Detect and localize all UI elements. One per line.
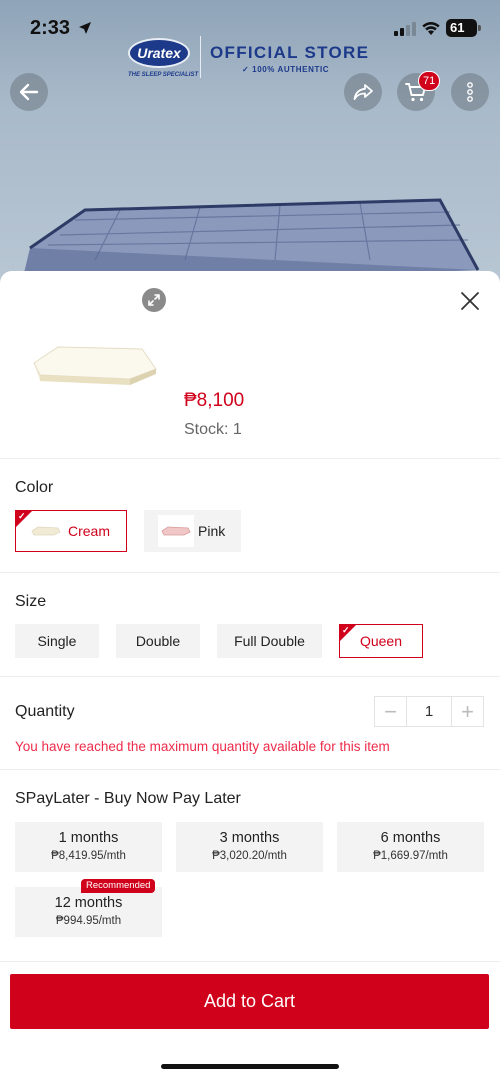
quantity-input[interactable]: 1: [406, 697, 452, 726]
plan-amount: ₱994.95/mth: [55, 915, 122, 927]
color-option-cream[interactable]: ✓ Cream: [15, 510, 127, 552]
cream-swatch: [28, 515, 64, 547]
brand-logo: Uratex: [128, 38, 190, 68]
color-option-pink[interactable]: Pink: [144, 510, 241, 552]
share-icon: [353, 84, 373, 100]
plan-amount: ₱8,419.95/mth: [51, 850, 126, 862]
size-option-double[interactable]: Double: [116, 624, 200, 658]
quantity-decrease-button[interactable]: −: [375, 697, 406, 726]
divider: [0, 961, 500, 962]
divider: [0, 572, 500, 573]
size-option-label: Single: [37, 633, 77, 649]
authentic-text: 100% AUTHENTIC: [252, 65, 330, 74]
spaylater-section-title: SPayLater - Buy Now Pay Later: [15, 790, 241, 807]
authentic-label: ✓ 100% AUTHENTIC: [242, 65, 329, 74]
installment-plan-3-months[interactable]: 3 months ₱3,020.20/mth: [176, 822, 323, 872]
size-option-label: Full Double: [234, 633, 305, 649]
quantity-section-title: Quantity: [15, 703, 75, 720]
color-section-title: Color: [15, 479, 54, 496]
expand-image-button[interactable]: [142, 288, 166, 312]
cart-count-badge: 71: [418, 71, 441, 91]
size-option-label: Queen: [359, 633, 403, 649]
plan-months: 1 months: [58, 830, 119, 846]
color-option-label: Cream: [68, 523, 111, 539]
quantity-max-warning: You have reached the maximum quantity av…: [15, 739, 390, 754]
close-icon[interactable]: [458, 289, 482, 313]
battery-indicator: 61: [446, 19, 481, 37]
plan-months: 12 months: [54, 895, 123, 911]
divider: [0, 676, 500, 677]
quantity-stepper: − 1 +: [374, 696, 484, 727]
size-option-queen[interactable]: ✓ Queen: [339, 624, 423, 658]
plan-months: 3 months: [219, 830, 280, 846]
expand-icon: [148, 294, 160, 306]
installment-plan-1-months[interactable]: 1 months ₱8,419.95/mth: [15, 822, 162, 872]
share-button[interactable]: [344, 73, 382, 111]
quantity-increase-button[interactable]: +: [452, 697, 483, 726]
size-option-single[interactable]: Single: [15, 624, 99, 658]
plan-amount: ₱1,669.97/mth: [373, 850, 448, 862]
status-time: 2:33: [30, 17, 71, 39]
arrow-left-icon: [19, 83, 39, 101]
more-vertical-icon: [467, 82, 473, 102]
check-icon: ✓: [18, 511, 26, 521]
location-arrow-icon: [79, 22, 91, 34]
size-option-full-double[interactable]: Full Double: [217, 624, 322, 658]
size-section-title: Size: [15, 593, 47, 610]
variant-selection-sheet: ₱8,100 Stock: 1 Color ✓ Cream Pink Size …: [0, 271, 500, 1080]
product-image-banner: 2:33 61 Uratex THE SLEEP SPECIALIST OFFI…: [0, 0, 500, 290]
color-option-label: Pink: [198, 523, 226, 539]
check-icon: ✓: [342, 625, 350, 635]
official-store-label: OFFICIAL STORE: [210, 43, 370, 62]
brand-tagline: THE SLEEP SPECIALIST: [128, 72, 199, 78]
cellular-signal-icon: [394, 22, 416, 36]
divider: [0, 769, 500, 770]
verified-icon: ✓: [242, 65, 253, 74]
product-thumbnail: [33, 346, 157, 385]
more-options-button[interactable]: [451, 73, 489, 111]
divider: [0, 458, 500, 459]
home-indicator: [161, 1064, 339, 1069]
installment-plan-12-months[interactable]: 12 months ₱994.95/mth: [15, 887, 162, 937]
installment-plan-6-months[interactable]: 6 months ₱1,669.97/mth: [337, 822, 484, 872]
plan-months: 6 months: [380, 830, 441, 846]
recommended-badge: Recommended: [81, 879, 156, 893]
product-stock: Stock: 1: [184, 421, 242, 438]
header-divider: [200, 36, 201, 78]
pink-swatch: [158, 515, 194, 547]
product-price: ₱8,100: [184, 390, 245, 411]
wifi-icon: [422, 22, 440, 35]
plan-amount: ₱3,020.20/mth: [212, 850, 287, 862]
size-option-label: Double: [135, 633, 181, 649]
add-to-cart-button[interactable]: Add to Cart: [10, 974, 489, 1029]
back-button[interactable]: [10, 73, 48, 111]
